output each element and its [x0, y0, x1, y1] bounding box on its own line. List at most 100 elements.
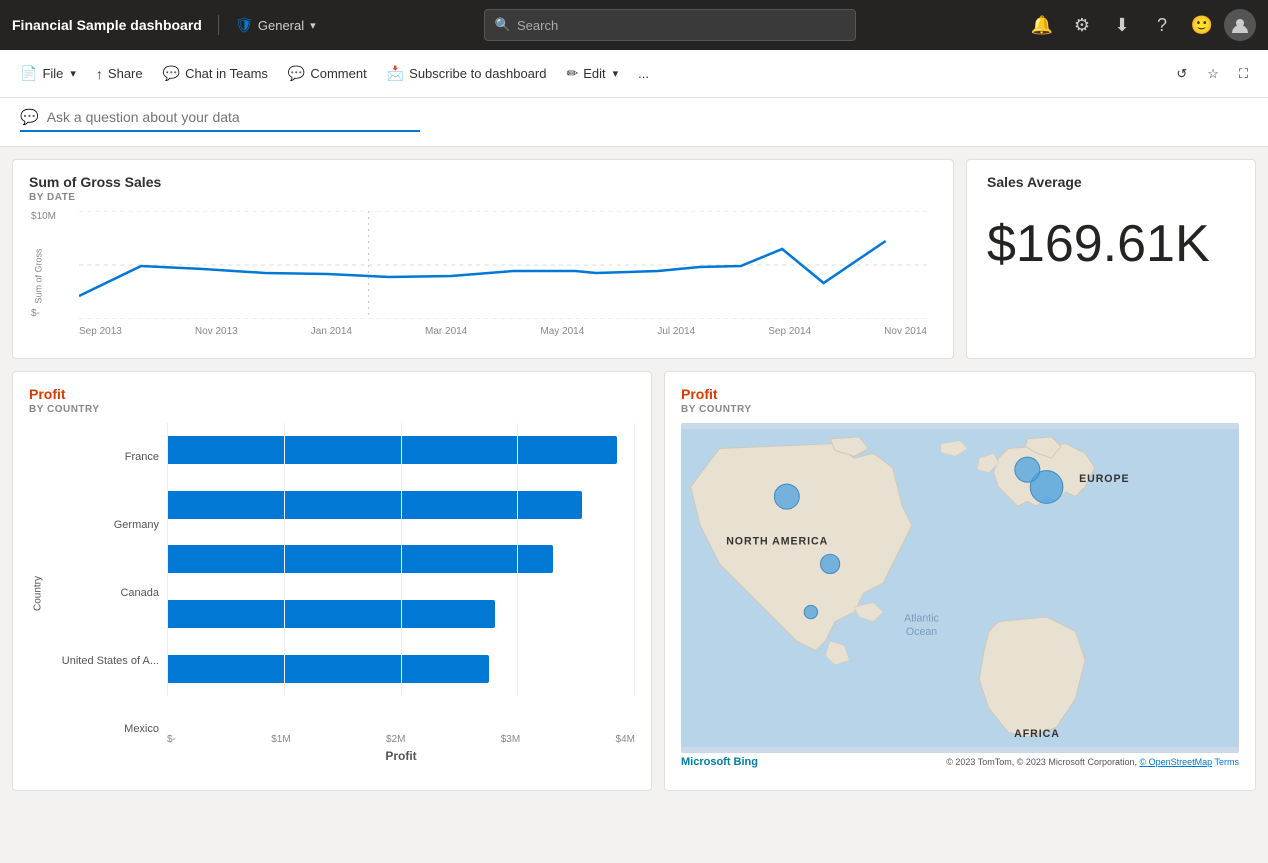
main-content: Sum of Gross Sales BY DATE $10M $- Sum o…: [0, 147, 1268, 803]
x-label-1m: $1M: [271, 734, 290, 745]
profit-map-subtitle: BY COUNTRY: [681, 404, 1239, 415]
country-mexico: Mexico: [124, 723, 159, 735]
bar-row-usa: [167, 596, 635, 632]
bar-y-axis-label: Country: [29, 423, 47, 763]
toolbar: 📄 File ▾ ↑ Share 💬 Chat in Teams 💬 Comme…: [0, 50, 1268, 98]
bubble-usa: [821, 554, 840, 573]
x-label-nov2014: Nov 2014: [884, 326, 927, 337]
sales-avg-title: Sales Average: [987, 174, 1082, 190]
gross-sales-subtitle: BY DATE: [29, 192, 937, 203]
x-axis-labels: Sep 2013 Nov 2013 Jan 2014 Mar 2014 May …: [79, 326, 927, 337]
qna-input[interactable]: [47, 109, 387, 125]
map-area: Atlantic Ocean NORTH AMERICA EUROPE AFRI…: [681, 423, 1239, 753]
notification-button[interactable]: 🔔: [1024, 7, 1060, 43]
edit-button[interactable]: ✏ Edit ▾: [558, 60, 626, 87]
north-america-label: NORTH AMERICA: [726, 536, 828, 548]
x-label-4m: $4M: [616, 734, 635, 745]
bar-france: [167, 436, 617, 464]
country-usa: United States of A...: [62, 655, 159, 667]
x-label-0: $-: [167, 734, 176, 745]
country-canada: Canada: [120, 587, 159, 599]
profit-bar-subtitle: BY COUNTRY: [29, 404, 635, 415]
africa-label: AFRICA: [1014, 728, 1060, 740]
qna-input-container[interactable]: 💬: [20, 108, 420, 132]
copyright-text: © 2023 TomTom, © 2023 Microsoft Corporat…: [946, 757, 1239, 767]
x-label-mar2014: Mar 2014: [425, 326, 467, 337]
share-button[interactable]: ↑ Share: [88, 61, 151, 87]
top-nav: Financial Sample dashboard 🛡 General ▾ 🔍…: [0, 0, 1268, 50]
comment-icon: 💬: [288, 65, 305, 82]
line-chart-svg: [79, 211, 927, 319]
shield-icon: 🛡: [235, 16, 254, 34]
top-row: Sum of Gross Sales BY DATE $10M $- Sum o…: [12, 159, 1256, 359]
y-label-0: $-: [31, 308, 56, 319]
bar-x-axis-label: Profit: [167, 749, 635, 763]
toolbar-right: ↺ ☆ ⛶: [1168, 61, 1256, 87]
x-label-may2014: May 2014: [540, 326, 584, 337]
x-label-sep2014: Sep 2014: [768, 326, 811, 337]
bar-mexico: [167, 655, 489, 683]
fullscreen-button[interactable]: ⛶: [1231, 61, 1256, 87]
bar-chart-container: Country France Germany Canada United Sta…: [29, 423, 635, 763]
profit-bar-chart-card: Profit BY COUNTRY Country France Germany…: [12, 371, 652, 791]
sales-avg-value: $169.61K: [987, 214, 1210, 274]
x-label-nov2013: Nov 2013: [195, 326, 238, 337]
terms-link[interactable]: Terms: [1215, 757, 1240, 767]
qna-bar[interactable]: 💬: [0, 98, 1268, 147]
environment-badge[interactable]: 🛡 General ▾: [235, 16, 316, 34]
country-germany: Germany: [114, 519, 159, 531]
bar-row-mexico: [167, 651, 635, 687]
refresh-button[interactable]: ↺: [1168, 61, 1195, 87]
x-label-jul2014: Jul 2014: [657, 326, 695, 337]
map-svg: Atlantic Ocean NORTH AMERICA EUROPE AFRI…: [681, 423, 1239, 753]
map-copyright: Microsoft Bing © 2023 TomTom, © 2023 Mic…: [681, 756, 1239, 768]
comment-button[interactable]: 💬 Comment: [280, 60, 375, 87]
x-label-jan2014: Jan 2014: [311, 326, 352, 337]
favorite-button[interactable]: ☆: [1199, 61, 1227, 87]
gross-sales-chart-card: Sum of Gross Sales BY DATE $10M $- Sum o…: [12, 159, 954, 359]
file-button[interactable]: 📄 File ▾: [12, 60, 84, 87]
file-chevron: ▾: [70, 67, 76, 80]
refresh-icon: ↺: [1176, 66, 1187, 82]
search-input[interactable]: [517, 18, 845, 33]
europe-label: EUROPE: [1079, 473, 1129, 485]
fullscreen-icon: ⛶: [1239, 66, 1248, 82]
subscribe-icon: 📩: [387, 65, 404, 82]
bar-x-labels: $- $1M $2M $3M $4M: [167, 730, 635, 745]
bing-logo: Microsoft Bing: [681, 756, 758, 768]
x-label-2m: $2M: [386, 734, 405, 745]
search-icon: 🔍: [495, 17, 511, 33]
bubble-germany: [1015, 457, 1040, 482]
edit-icon: ✏: [566, 65, 578, 82]
bar-canada: [167, 545, 553, 573]
file-icon: 📄: [20, 65, 37, 82]
more-button[interactable]: ...: [630, 61, 657, 86]
profit-map-card: Profit BY COUNTRY: [664, 371, 1256, 791]
bubble-mexico: [804, 605, 817, 618]
openstreetmap-link[interactable]: © OpenStreetMap: [1139, 757, 1212, 767]
bar-row-canada: [167, 541, 635, 577]
bar-usa: [167, 600, 495, 628]
download-button[interactable]: ⬇: [1104, 7, 1140, 43]
bar-rows: [167, 423, 635, 726]
avatar[interactable]: [1224, 9, 1256, 41]
bar-country-labels: France Germany Canada United States of A…: [47, 423, 167, 763]
nav-icons: 🔔 ⚙ ⬇ ? 🙂: [1024, 7, 1256, 43]
y-label-10m: $10M: [31, 211, 56, 222]
teams-icon: 💬: [163, 65, 180, 82]
chat-in-teams-button[interactable]: 💬 Chat in Teams: [155, 60, 276, 87]
edit-chevron: ▾: [613, 67, 619, 80]
app-title: Financial Sample dashboard: [12, 17, 202, 33]
profit-bar-title: Profit: [29, 386, 635, 402]
country-france: France: [125, 451, 159, 463]
feedback-button[interactable]: 🙂: [1184, 7, 1220, 43]
help-button[interactable]: ?: [1144, 7, 1180, 43]
atlantic-label: Atlantic: [904, 613, 939, 625]
subscribe-button[interactable]: 📩 Subscribe to dashboard: [379, 60, 555, 87]
profit-map-title: Profit: [681, 386, 1239, 402]
bar-row-germany: [167, 487, 635, 523]
search-bar[interactable]: 🔍: [484, 9, 856, 41]
bar-row-france: [167, 432, 635, 468]
bottom-row: Profit BY COUNTRY Country France Germany…: [12, 371, 1256, 791]
settings-button[interactable]: ⚙: [1064, 7, 1100, 43]
